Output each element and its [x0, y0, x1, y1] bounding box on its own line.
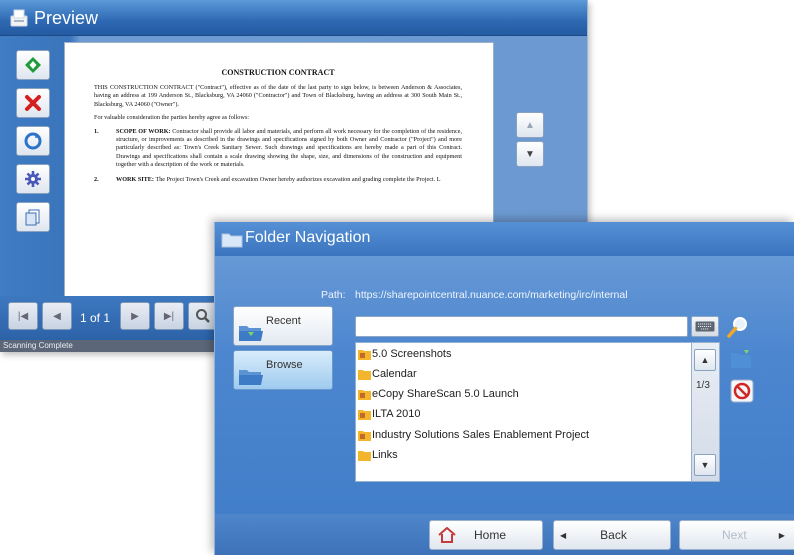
scroll-down-button[interactable]: ▼ — [516, 141, 544, 167]
sharepoint-folder-icon — [358, 389, 371, 400]
list-scroll-up-button[interactable]: ▲ — [694, 349, 716, 371]
document-item: 1. SCOPE OF WORK: Contractor shall provi… — [94, 128, 462, 170]
tab-recent[interactable]: Recent — [233, 306, 333, 346]
item-body: WORK SITE: The Project Town's Creek and … — [116, 176, 441, 184]
back-label: Back — [600, 528, 627, 542]
path-label: Path: — [321, 289, 346, 301]
list-item[interactable]: Calendar — [358, 365, 417, 383]
settings-icon — [25, 171, 41, 187]
chevron-left-icon: ◀ — [560, 530, 567, 540]
scroll-up-button[interactable]: ▲ — [516, 112, 544, 138]
tab-recent-label: Recent — [266, 315, 301, 327]
zoom-icon — [196, 309, 210, 323]
item-body: SCOPE OF WORK: Contractor shall provide … — [116, 128, 462, 170]
sharepoint-folder-icon — [358, 409, 371, 420]
home-label: Home — [474, 528, 507, 542]
delete-icon — [25, 95, 41, 111]
next-button[interactable]: Next ▶ — [679, 520, 794, 550]
tab-browse-label: Browse — [266, 359, 303, 371]
browse-folder-icon — [239, 370, 263, 385]
document-title: CONSTRUCTION CONTRACT — [221, 68, 335, 77]
list-item-label: Industry Solutions Sales Enablement Proj… — [372, 429, 590, 441]
tab-browse[interactable]: Browse — [233, 350, 333, 390]
list-item[interactable]: Industry Solutions Sales Enablement Proj… — [358, 426, 589, 444]
chevron-right-icon: ▶ — [778, 530, 785, 540]
document-consideration: For valuable consideration the parties h… — [94, 114, 249, 122]
previous-page-icon: ◀ — [53, 310, 61, 322]
first-page-button[interactable]: |◀ — [8, 302, 38, 330]
item-number: 1. — [94, 127, 99, 135]
sharepoint-folder-icon — [358, 349, 371, 360]
folder-icon — [221, 233, 243, 248]
refresh-button[interactable] — [16, 126, 50, 156]
approve-button[interactable] — [16, 50, 50, 80]
next-page-icon: ▶ — [131, 310, 139, 322]
list-item-label: Links — [372, 449, 398, 461]
search-button[interactable] — [725, 314, 751, 340]
list-scrollbar: ▲ 1/3 ▼ — [692, 342, 720, 482]
next-label: Next — [722, 528, 747, 542]
list-item-label: 5.0 Screenshots — [372, 348, 452, 360]
cancel-button[interactable] — [728, 378, 756, 404]
last-page-icon: ▶| — [163, 310, 175, 322]
scanner-icon — [10, 9, 28, 27]
page-indicator: 1 of 1 — [80, 311, 111, 325]
chevron-up-icon: ▲ — [525, 119, 535, 131]
page-options-button[interactable] — [16, 202, 50, 232]
delete-button[interactable] — [16, 88, 50, 118]
recent-folder-icon — [239, 326, 263, 341]
item-heading: SCOPE OF WORK: — [116, 127, 171, 135]
list-item[interactable]: eCopy ShareScan 5.0 Launch — [358, 385, 519, 403]
list-item[interactable]: Links — [358, 446, 398, 464]
folder-icon — [358, 369, 371, 380]
path-value: https://sharepointcentral.nuance.com/mar… — [355, 289, 628, 301]
list-item[interactable]: 5.0 Screenshots — [358, 345, 452, 363]
list-item-label: eCopy ShareScan 5.0 Launch — [372, 388, 519, 400]
list-item[interactable]: ILTA 2010 — [358, 405, 421, 423]
home-button[interactable]: Home — [429, 520, 543, 550]
list-item-label: ILTA 2010 — [372, 408, 421, 420]
settings-button[interactable] — [16, 164, 50, 194]
search-input[interactable] — [355, 316, 688, 337]
list-page-indicator: 1/3 — [696, 380, 710, 391]
item-heading: WORK SITE: — [116, 175, 154, 183]
folder-list: 5.0 Screenshots Calendar eCopy ShareScan… — [355, 342, 692, 482]
folder-title: Folder Navigation — [245, 229, 371, 246]
no-entry-icon — [730, 379, 754, 403]
keyboard-icon — [695, 321, 715, 332]
chevron-down-icon: ▼ — [525, 148, 535, 160]
last-page-button[interactable]: ▶| — [154, 302, 184, 330]
previous-page-button[interactable]: ◀ — [42, 302, 72, 330]
item-text: The Project Town's Creek and excavation … — [155, 175, 441, 183]
list-scroll-down-button[interactable]: ▼ — [694, 454, 716, 476]
list-item-label: Calendar — [372, 368, 417, 380]
new-folder-button[interactable] — [728, 346, 756, 372]
page-icon — [25, 209, 40, 226]
item-number: 2. — [94, 175, 99, 183]
document-intro: THIS CONSTRUCTION CONTRACT ("Contract"),… — [94, 84, 462, 108]
back-button[interactable]: ◀ Back — [553, 520, 671, 550]
first-page-icon: |◀ — [17, 310, 29, 322]
preview-title: Preview — [34, 8, 99, 28]
folder-navigation-window: Folder Navigation Path: https://sharepoi… — [214, 222, 794, 555]
home-icon — [438, 527, 456, 543]
folder-icon — [358, 450, 371, 461]
approve-icon — [25, 57, 41, 73]
next-page-button[interactable]: ▶ — [120, 302, 150, 330]
document-item: 2. WORK SITE: The Project Town's Creek a… — [94, 176, 462, 184]
search-icon — [727, 317, 747, 338]
new-folder-icon — [731, 350, 751, 368]
keyboard-button[interactable] — [691, 316, 719, 337]
refresh-icon — [24, 132, 42, 150]
sharepoint-folder-icon — [358, 430, 371, 441]
chevron-up-icon: ▲ — [700, 355, 710, 365]
chevron-down-icon: ▼ — [700, 460, 710, 470]
